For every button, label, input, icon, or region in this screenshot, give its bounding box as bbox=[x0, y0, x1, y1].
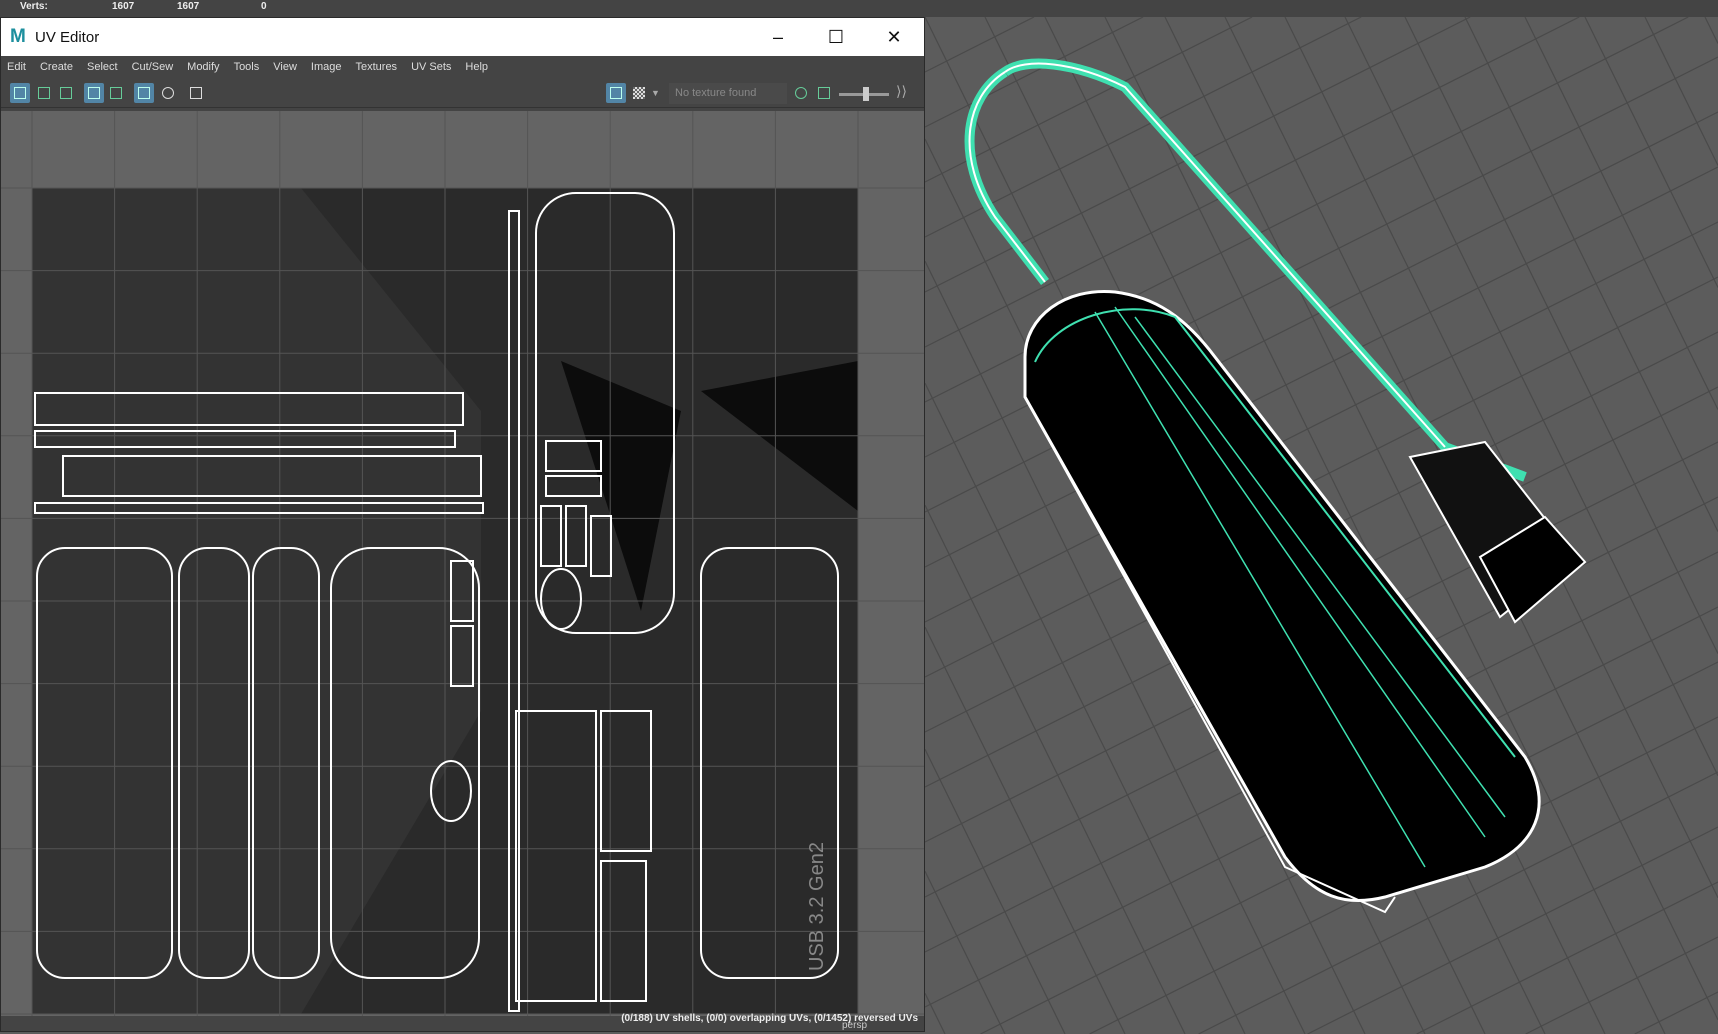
window-title: UV Editor bbox=[35, 28, 100, 46]
checker-icon[interactable] bbox=[629, 83, 649, 103]
ground-grid-line bbox=[925, 626, 1126, 1034]
uv-status-text: (0/188) UV shells, (0/0) overlapping UVs… bbox=[621, 1013, 918, 1024]
ground-grid-line bbox=[1524, 17, 1718, 410]
viewport-scene bbox=[925, 17, 1718, 1034]
toolbar-expand-icon[interactable]: ⟩⟩ bbox=[896, 83, 916, 103]
menu-select[interactable]: Select bbox=[87, 61, 118, 73]
menu-create[interactable]: Create bbox=[40, 61, 73, 73]
snapshot-camera-icon[interactable] bbox=[186, 83, 206, 103]
uv-canvas[interactable]: USB 3.2 Gen2 bbox=[1, 111, 924, 1016]
toolbar: ▼ No texture found ⟩⟩ bbox=[1, 78, 924, 108]
uv-editor-window: M UV Editor – ☐ ✕ Edit Create Select Cut… bbox=[0, 17, 925, 1032]
display-frame-icon[interactable] bbox=[84, 83, 104, 103]
dim-image-icon[interactable] bbox=[158, 83, 178, 103]
minimize-button[interactable]: – bbox=[749, 18, 807, 56]
camera-label: persp bbox=[842, 1020, 868, 1031]
perspective-viewport[interactable] bbox=[925, 17, 1718, 1034]
ground-grid-line bbox=[1525, 936, 1718, 1034]
maya-logo-icon: M bbox=[10, 26, 26, 47]
ground-grid-line bbox=[1704, 17, 1718, 44]
grid-toggle-icon[interactable] bbox=[134, 83, 154, 103]
uv-layout: USB 3.2 Gen2 bbox=[1, 111, 924, 1016]
alpha-channel-icon[interactable] bbox=[814, 83, 834, 103]
uv-layout-icon[interactable] bbox=[34, 83, 54, 103]
close-button[interactable]: ✕ bbox=[865, 18, 923, 56]
menu-modify[interactable]: Modify bbox=[187, 61, 219, 73]
menu-view[interactable]: View bbox=[273, 61, 297, 73]
maximize-button[interactable]: ☐ bbox=[807, 18, 865, 56]
ground-grid-line bbox=[1416, 881, 1718, 1034]
texture-field[interactable]: No texture found bbox=[669, 83, 787, 104]
menu-help[interactable]: Help bbox=[465, 61, 488, 73]
ground-grid-line bbox=[925, 17, 1471, 293]
menu-textures[interactable]: Textures bbox=[355, 61, 397, 73]
menu-edit[interactable]: Edit bbox=[7, 61, 26, 73]
verts-value: 0 bbox=[261, 1, 267, 12]
menu-image[interactable]: Image bbox=[311, 61, 342, 73]
verts-value: 1607 bbox=[112, 1, 135, 12]
rgb-channel-icon[interactable] bbox=[791, 83, 811, 103]
display-grid-icon[interactable] bbox=[106, 83, 126, 103]
image-display-icon[interactable] bbox=[606, 83, 626, 103]
title-bar: M UV Editor – ☐ ✕ bbox=[1, 18, 924, 56]
uv-shell-icon[interactable] bbox=[10, 83, 30, 103]
uv-stack-icon[interactable] bbox=[56, 83, 76, 103]
uv-label-text: USB 3.2 Gen2 bbox=[806, 842, 828, 971]
menu-tools[interactable]: Tools bbox=[234, 61, 260, 73]
verts-label: Verts: bbox=[20, 1, 48, 12]
ground-grid-line bbox=[925, 17, 1144, 128]
menu-bar: Edit Create Select Cut/Sew Modify Tools … bbox=[1, 56, 924, 78]
ground-grid-line bbox=[925, 993, 946, 1034]
texture-dropdown-icon[interactable]: ▼ bbox=[649, 83, 669, 103]
ground-grid-line bbox=[925, 871, 1006, 1034]
ground-grid-line bbox=[1584, 17, 1718, 288]
verts-value: 1607 bbox=[177, 1, 200, 12]
menu-uv-sets[interactable]: UV Sets bbox=[411, 61, 451, 73]
exposure-slider[interactable] bbox=[839, 87, 889, 101]
ground-grid-line bbox=[1464, 17, 1718, 532]
hud-stats: Verts: 1607 1607 0 bbox=[0, 0, 1718, 17]
menu-cut-sew[interactable]: Cut/Sew bbox=[132, 61, 174, 73]
